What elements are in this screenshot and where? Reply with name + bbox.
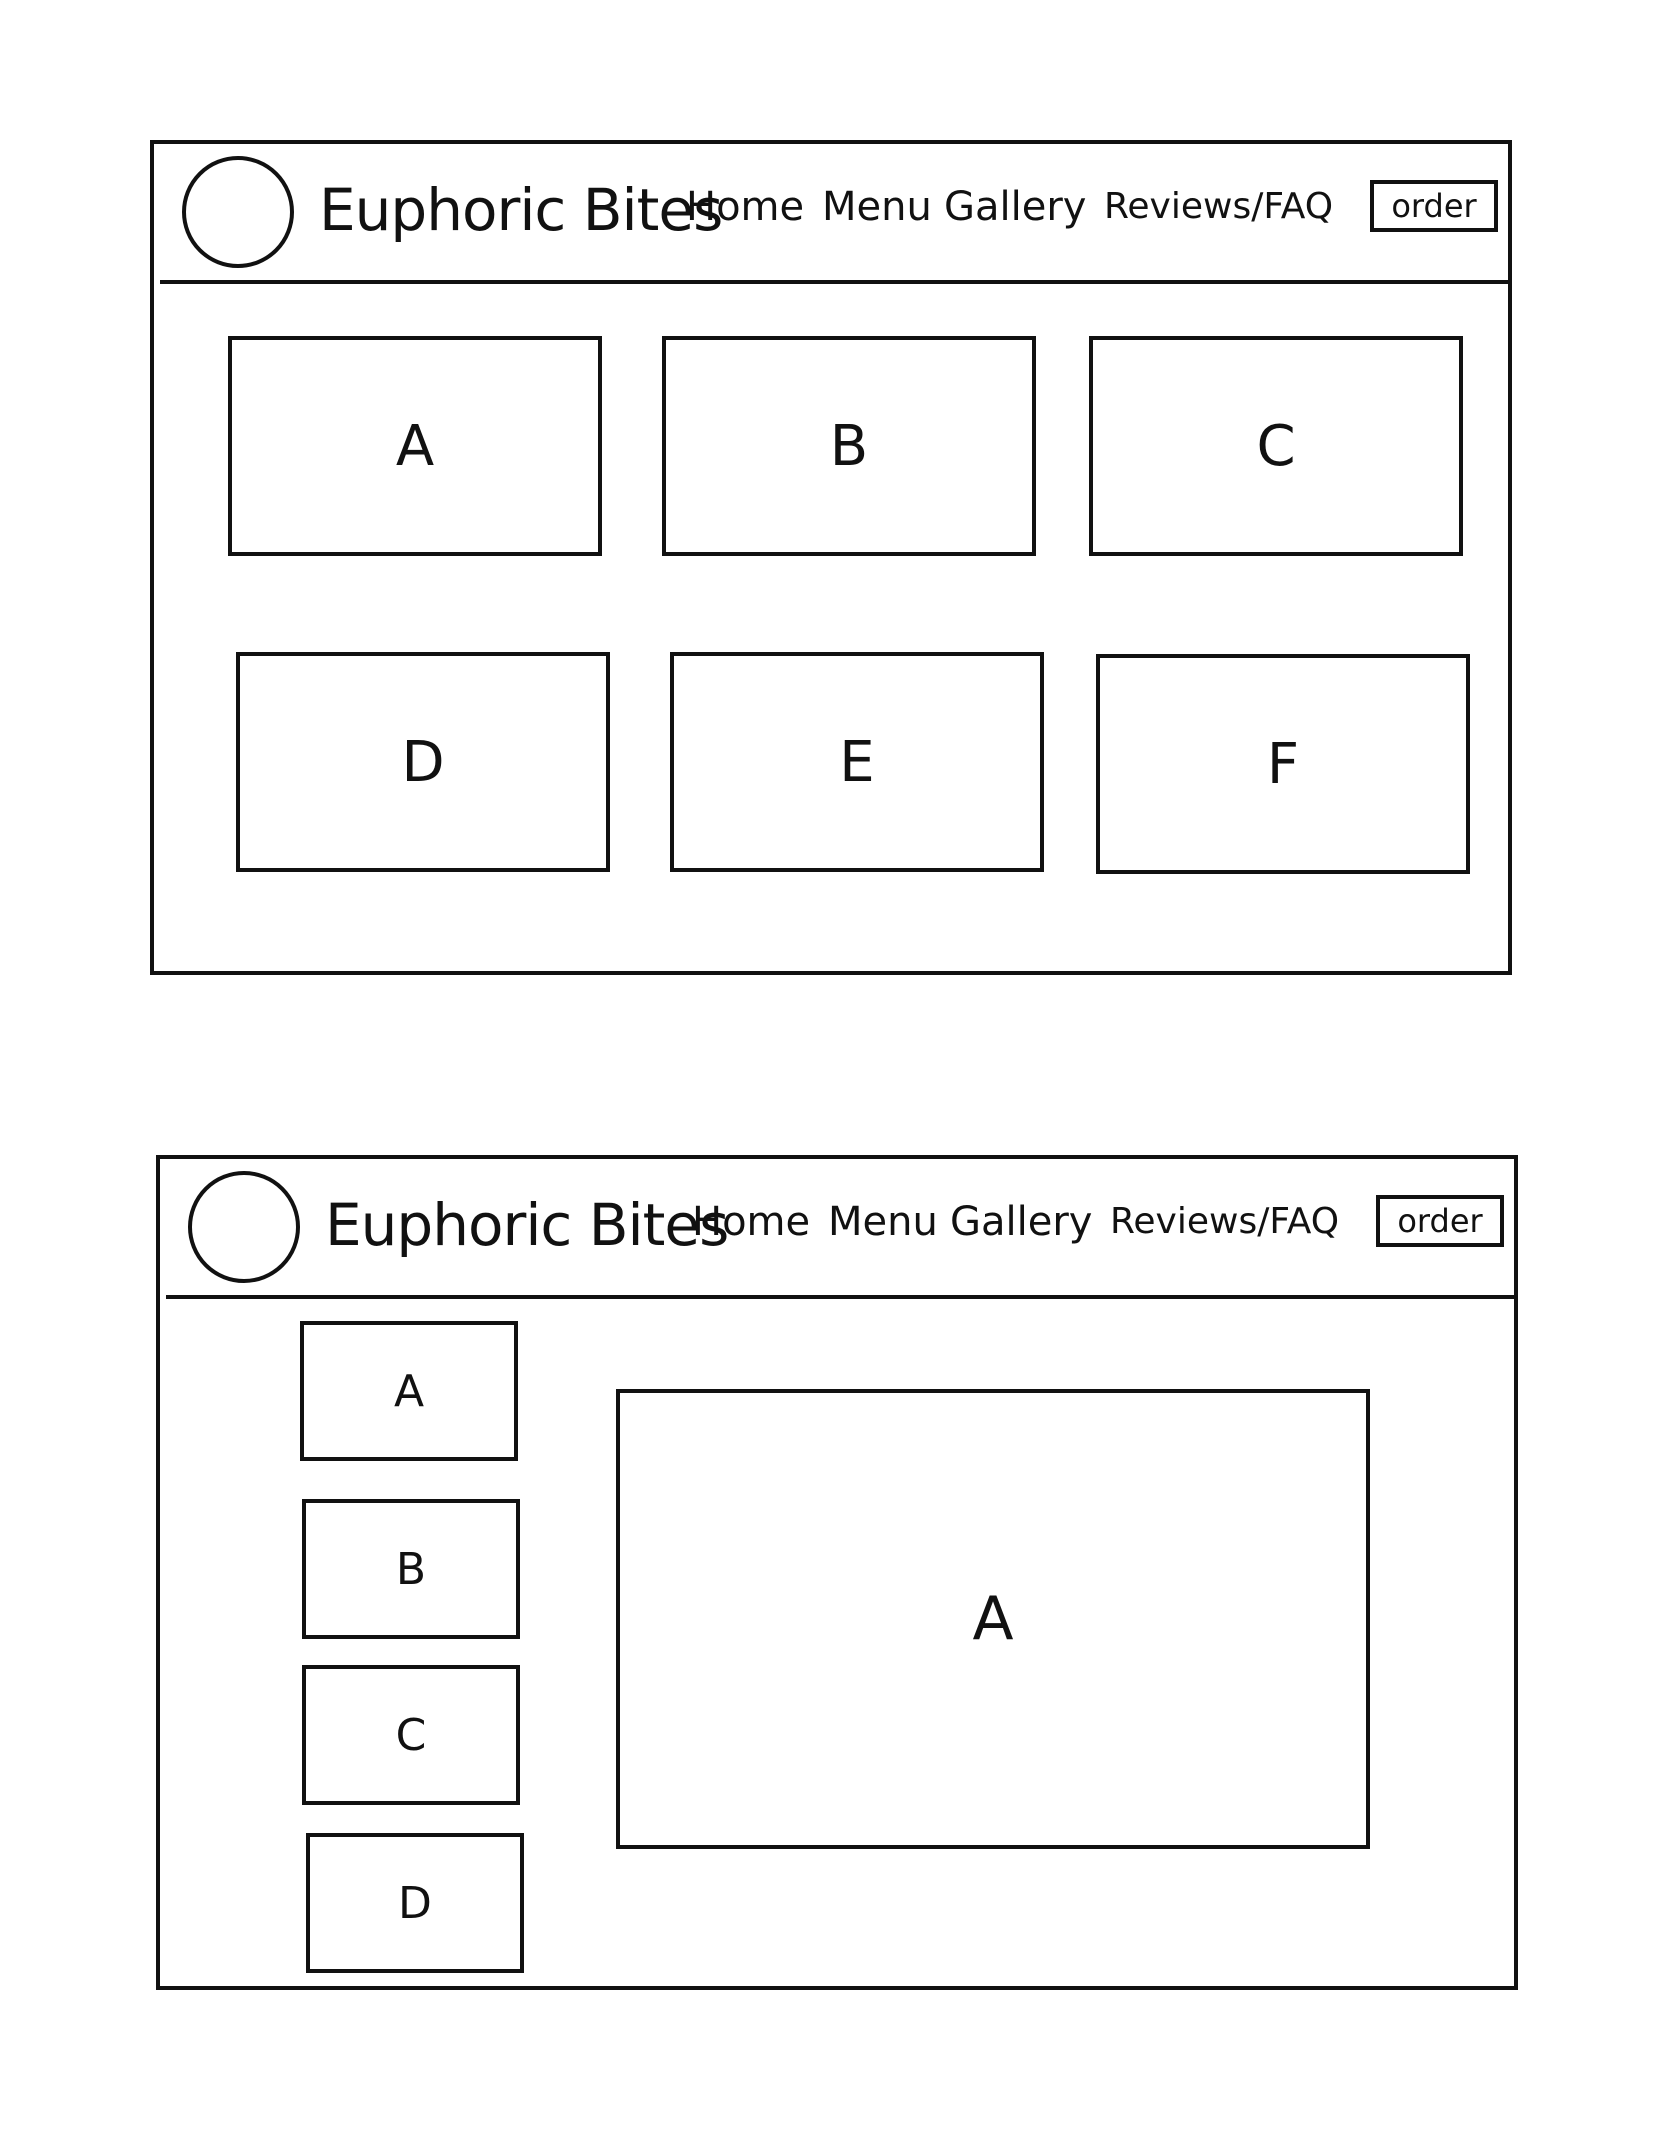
header-divider [166, 1295, 1516, 1299]
order-button[interactable]: order [1376, 1195, 1504, 1247]
nav-gallery[interactable]: Gallery [950, 1199, 1092, 1245]
brand-title: Euphoric Bites [319, 176, 723, 244]
thumbnail-d[interactable]: D [306, 1833, 524, 1973]
tile-c[interactable]: C [1089, 336, 1463, 556]
logo-placeholder-icon[interactable] [182, 156, 294, 268]
nav-home[interactable]: Home [686, 184, 804, 230]
thumbnail-a[interactable]: A [300, 1321, 518, 1461]
order-button[interactable]: order [1370, 180, 1498, 232]
nav-reviews-faq[interactable]: Reviews/FAQ [1110, 1201, 1339, 1242]
nav-reviews-faq[interactable]: Reviews/FAQ [1104, 186, 1333, 227]
nav-gallery[interactable]: Gallery [944, 184, 1086, 230]
wireframe-2-frame: Euphoric Bites Home Menu Gallery Reviews… [156, 1155, 1518, 1990]
brand-title: Euphoric Bites [325, 1191, 729, 1259]
thumbnail-c[interactable]: C [302, 1665, 520, 1805]
main-image-view: A [616, 1389, 1370, 1849]
nav-menu[interactable]: Menu [828, 1199, 938, 1245]
wireframe-2-header: Euphoric Bites Home Menu Gallery Reviews… [160, 1159, 1514, 1299]
tile-d[interactable]: D [236, 652, 610, 872]
header-divider [160, 280, 1510, 284]
tile-a[interactable]: A [228, 336, 602, 556]
wireframe-1-frame: Euphoric Bites Home Menu Gallery Reviews… [150, 140, 1512, 975]
logo-placeholder-icon[interactable] [188, 1171, 300, 1283]
tile-b[interactable]: B [662, 336, 1036, 556]
thumbnail-b[interactable]: B [302, 1499, 520, 1639]
nav-menu[interactable]: Menu [822, 184, 932, 230]
tile-e[interactable]: E [670, 652, 1044, 872]
wireframe-1-header: Euphoric Bites Home Menu Gallery Reviews… [154, 144, 1508, 284]
nav-home[interactable]: Home [692, 1199, 810, 1245]
tile-f[interactable]: F [1096, 654, 1470, 874]
